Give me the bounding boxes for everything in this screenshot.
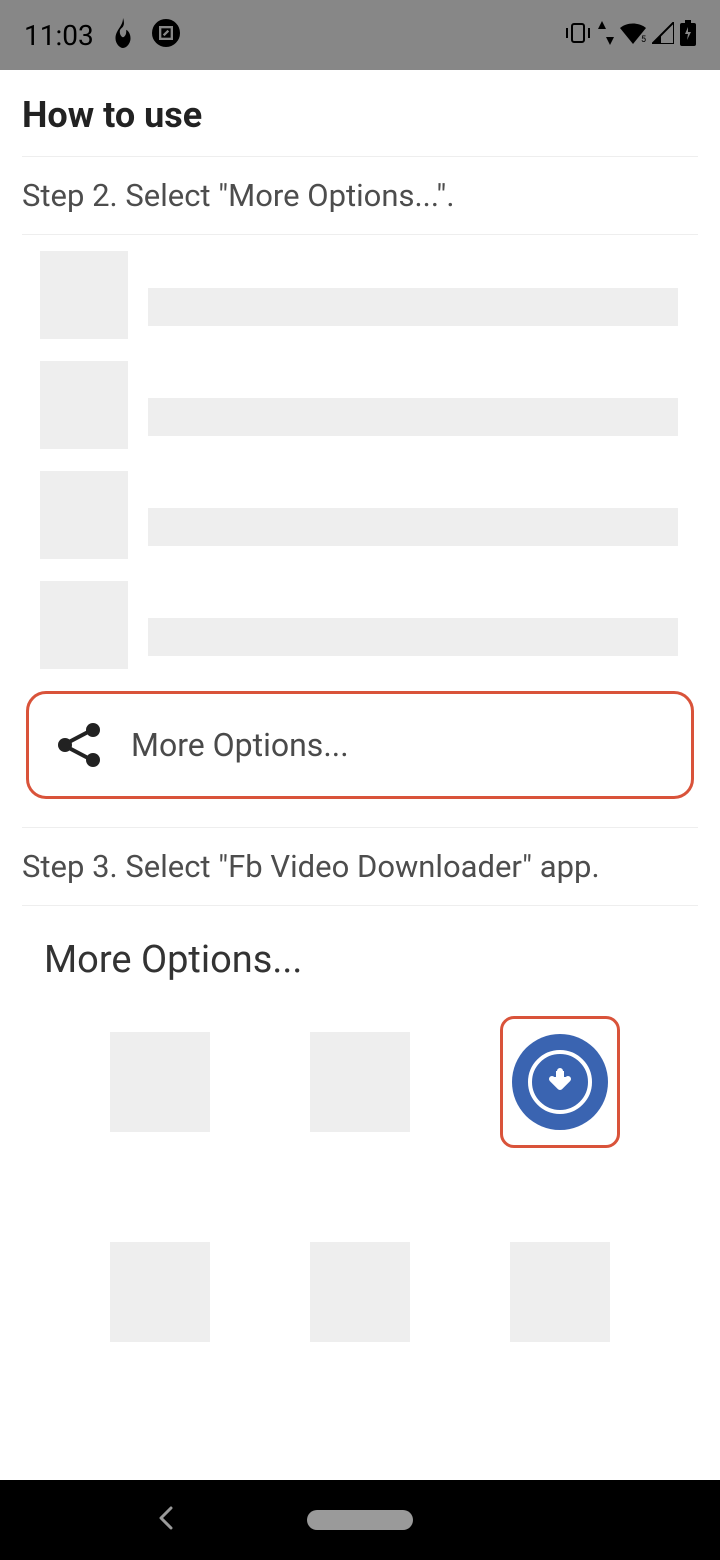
app-placeholder xyxy=(310,1242,410,1342)
status-bar-left: 11:03 xyxy=(24,18,180,52)
fire-icon xyxy=(110,18,136,52)
app-item-highlighted[interactable] xyxy=(500,1022,620,1142)
share-sheet-title: More Options... xyxy=(0,906,720,1022)
placeholder-square xyxy=(40,361,128,449)
vibrate-icon xyxy=(564,22,592,48)
app-item[interactable] xyxy=(300,1022,420,1142)
app-item[interactable] xyxy=(100,1232,220,1352)
list-item xyxy=(40,361,700,449)
wifi-icon: 5 xyxy=(620,22,646,48)
placeholder-square xyxy=(40,581,128,669)
download-icon xyxy=(512,1034,608,1130)
app-item[interactable] xyxy=(500,1232,620,1352)
battery-icon xyxy=(680,20,696,50)
illustration-list xyxy=(0,235,720,669)
placeholder-square xyxy=(40,471,128,559)
list-item xyxy=(40,581,700,669)
signal-icon xyxy=(652,22,674,48)
back-button[interactable] xyxy=(155,1504,177,1536)
list-item xyxy=(40,471,700,559)
placeholder-bar xyxy=(148,508,678,546)
list-item xyxy=(40,251,700,339)
status-bar: 11:03 5 xyxy=(0,0,720,70)
app-placeholder xyxy=(510,1242,610,1342)
status-bar-right: 5 xyxy=(564,20,696,50)
more-options-button[interactable]: More Options... xyxy=(26,691,694,799)
page-title: How to use xyxy=(0,70,720,156)
status-time: 11:03 xyxy=(24,19,94,52)
share-icon xyxy=(55,720,105,770)
app-placeholder xyxy=(310,1032,410,1132)
highlight-frame xyxy=(500,1016,620,1148)
step-3-text: Step 3. Select "Fb Video Downloader" app… xyxy=(0,828,720,905)
home-indicator[interactable] xyxy=(307,1510,413,1530)
navigation-bar xyxy=(0,1480,720,1560)
app-item[interactable] xyxy=(300,1232,420,1352)
share-sheet-grid xyxy=(0,1022,720,1352)
data-icon xyxy=(598,21,614,49)
app-item[interactable] xyxy=(100,1022,220,1142)
step-2-text: Step 2. Select "More Options...". xyxy=(0,157,720,234)
placeholder-bar xyxy=(148,288,678,326)
placeholder-square xyxy=(40,251,128,339)
placeholder-bar xyxy=(148,618,678,656)
more-options-label: More Options... xyxy=(131,726,349,764)
crop-icon xyxy=(152,19,180,51)
app-placeholder xyxy=(110,1242,210,1342)
app-placeholder xyxy=(110,1032,210,1132)
svg-text:5: 5 xyxy=(641,35,646,44)
placeholder-bar xyxy=(148,398,678,436)
